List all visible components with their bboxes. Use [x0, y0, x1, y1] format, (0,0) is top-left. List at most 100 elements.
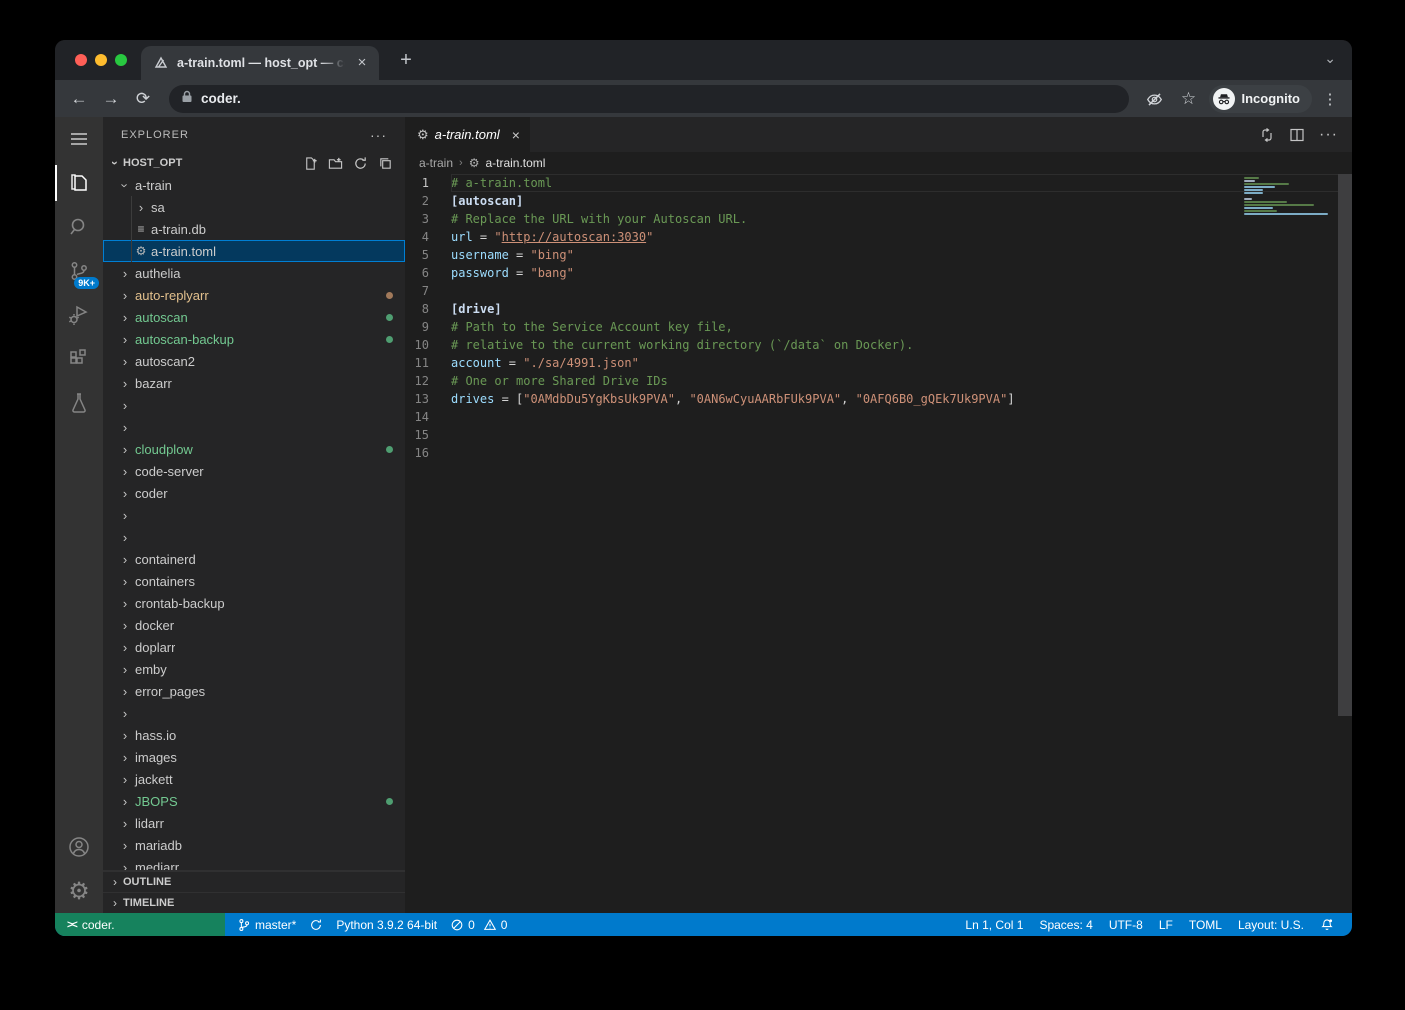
- refresh-icon[interactable]: [353, 156, 368, 171]
- editor-tab-close-icon[interactable]: ×: [512, 127, 520, 143]
- tree-item[interactable]: ›images: [103, 746, 405, 768]
- tree-item[interactable]: ›: [103, 394, 405, 416]
- code-line[interactable]: 14: [405, 408, 1352, 426]
- explorer-view-icon[interactable]: [55, 161, 103, 205]
- tree-item[interactable]: ›containers: [103, 570, 405, 592]
- code-editor[interactable]: 1# a-train.toml2[autoscan]3# Replace the…: [405, 174, 1352, 913]
- forward-button[interactable]: →: [97, 85, 125, 113]
- tree-item[interactable]: ›crontab-backup: [103, 592, 405, 614]
- tree-item[interactable]: ›auto-replyarr: [103, 284, 405, 306]
- code-line[interactable]: 5username = "bing": [405, 246, 1352, 264]
- language-mode-item[interactable]: TOML: [1181, 918, 1230, 932]
- code-line[interactable]: 4url = "http://autoscan:3030": [405, 228, 1352, 246]
- notifications-bell-icon[interactable]: [1312, 918, 1342, 932]
- code-line[interactable]: 10# relative to the current working dire…: [405, 336, 1352, 354]
- breadcrumb-folder[interactable]: a-train: [419, 156, 453, 170]
- code-line[interactable]: 16: [405, 444, 1352, 462]
- tree-item[interactable]: ≡a-train.db: [103, 218, 405, 240]
- settings-gear-icon[interactable]: ⚙: [55, 869, 103, 913]
- code-line[interactable]: 15: [405, 426, 1352, 444]
- testing-view-icon[interactable]: [55, 381, 103, 425]
- git-branch-item[interactable]: master*: [232, 918, 301, 932]
- tree-item[interactable]: ›authelia: [103, 262, 405, 284]
- code-line[interactable]: 7: [405, 282, 1352, 300]
- tree-item[interactable]: ›docker: [103, 614, 405, 636]
- eol-item[interactable]: LF: [1151, 918, 1181, 932]
- split-editor-icon[interactable]: [1289, 127, 1305, 143]
- code-line[interactable]: 13drives = ["0AMdbDu5YgKbsUk9PVA", "0AN6…: [405, 390, 1352, 408]
- tree-item[interactable]: ⚙a-train.toml: [103, 240, 405, 262]
- editor-tab[interactable]: ⚙ a-train.toml ×: [405, 117, 530, 152]
- address-bar[interactable]: coder.: [169, 85, 1129, 113]
- tree-item[interactable]: ›jackett: [103, 768, 405, 790]
- tree-item[interactable]: ›mariadb: [103, 834, 405, 856]
- tree-item[interactable]: ›JBOPS: [103, 790, 405, 812]
- code-line[interactable]: 12# One or more Shared Drive IDs: [405, 372, 1352, 390]
- python-interpreter-item[interactable]: Python 3.9.2 64-bit: [331, 918, 442, 932]
- indentation-item[interactable]: Spaces: 4: [1031, 918, 1100, 932]
- tree-item[interactable]: ›: [103, 504, 405, 526]
- eye-off-icon[interactable]: [1141, 85, 1169, 113]
- code-line[interactable]: 6password = "bang": [405, 264, 1352, 282]
- extensions-view-icon[interactable]: [55, 337, 103, 381]
- url-text[interactable]: coder.: [201, 91, 241, 106]
- tree-item[interactable]: ›autoscan: [103, 306, 405, 328]
- tree-item[interactable]: ›emby: [103, 658, 405, 680]
- open-changes-icon[interactable]: [1259, 127, 1275, 143]
- editor-more-actions-icon[interactable]: ···: [1319, 126, 1338, 144]
- new-folder-icon[interactable]: [328, 156, 343, 171]
- timeline-section[interactable]: › TIMELINE: [103, 892, 405, 913]
- code-line[interactable]: 1# a-train.toml: [405, 174, 1352, 192]
- tree-item[interactable]: ›hass.io: [103, 724, 405, 746]
- tree-item[interactable]: ›coder: [103, 482, 405, 504]
- tree-item[interactable]: ›: [103, 526, 405, 548]
- new-tab-button[interactable]: +: [393, 48, 419, 74]
- browser-menu-icon[interactable]: ⋮: [1318, 90, 1342, 108]
- minimap[interactable]: [1244, 177, 1330, 225]
- code-line[interactable]: 3# Replace the URL with your Autoscan UR…: [405, 210, 1352, 228]
- problems-item[interactable]: 0 0: [445, 918, 512, 932]
- encoding-item[interactable]: UTF-8: [1101, 918, 1151, 932]
- tree-item[interactable]: ›autoscan-backup: [103, 328, 405, 350]
- maximize-window-button[interactable]: [115, 54, 127, 66]
- bookmark-star-icon[interactable]: ☆: [1175, 85, 1203, 113]
- sync-changes-item[interactable]: [304, 918, 328, 932]
- account-icon[interactable]: [55, 825, 103, 869]
- close-window-button[interactable]: [75, 54, 87, 66]
- reload-button[interactable]: ⟳: [129, 85, 157, 113]
- code-line[interactable]: 8[drive]: [405, 300, 1352, 318]
- remote-indicator[interactable]: >< coder.: [55, 913, 225, 936]
- editor-scrollbar[interactable]: [1338, 174, 1352, 716]
- search-view-icon[interactable]: [55, 205, 103, 249]
- browser-tab[interactable]: a-train.toml — host_opt — cod ×: [141, 46, 379, 80]
- tree-item[interactable]: ›a-train: [103, 174, 405, 196]
- tree-item[interactable]: ›containerd: [103, 548, 405, 570]
- collapse-all-icon[interactable]: [378, 156, 393, 171]
- tree-item[interactable]: ›lidarr: [103, 812, 405, 834]
- tree-item[interactable]: ›error_pages: [103, 680, 405, 702]
- breadcrumb[interactable]: a-train › ⚙ a-train.toml: [405, 152, 1352, 174]
- tree-item[interactable]: ›: [103, 416, 405, 438]
- source-control-view-icon[interactable]: 9K+: [55, 249, 103, 293]
- search-tabs-chevron-icon[interactable]: ⌄: [1324, 50, 1336, 67]
- tree-item[interactable]: ›cloudplow: [103, 438, 405, 460]
- tree-item[interactable]: ›mediarr: [103, 856, 405, 870]
- keyboard-layout-item[interactable]: Layout: U.S.: [1230, 918, 1312, 932]
- tree-item[interactable]: ›autoscan2: [103, 350, 405, 372]
- new-file-icon[interactable]: [303, 156, 318, 171]
- tree-item[interactable]: ›sa: [103, 196, 405, 218]
- outline-section[interactable]: › OUTLINE: [103, 871, 405, 892]
- explorer-more-actions-icon[interactable]: ···: [370, 127, 387, 143]
- back-button[interactable]: ←: [65, 85, 93, 113]
- tree-item[interactable]: ›doplarr: [103, 636, 405, 658]
- run-debug-view-icon[interactable]: [55, 293, 103, 337]
- code-line[interactable]: 11account = "./sa/4991.json": [405, 354, 1352, 372]
- workspace-section-header[interactable]: › HOST_OPT: [103, 152, 405, 174]
- tab-close-icon[interactable]: ×: [353, 54, 371, 72]
- code-line[interactable]: 9# Path to the Service Account key file,: [405, 318, 1352, 336]
- tree-item[interactable]: ›code-server: [103, 460, 405, 482]
- incognito-badge[interactable]: Incognito: [1209, 85, 1313, 113]
- window-controls[interactable]: [55, 40, 141, 80]
- cursor-position-item[interactable]: Ln 1, Col 1: [957, 918, 1031, 932]
- breadcrumb-file[interactable]: a-train.toml: [485, 156, 545, 170]
